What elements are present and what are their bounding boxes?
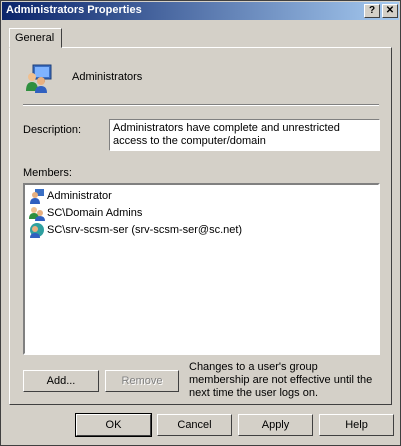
help-title-button[interactable]: ? (364, 4, 380, 18)
properties-dialog: Administrators Properties ? ✕ General Ad… (0, 0, 401, 446)
list-item[interactable]: SC\srv-scsm-ser (srv-scsm-ser@sc.net) (25, 222, 378, 239)
members-list[interactable]: Administrator SC\Domain Admins SC\srv-sc… (23, 183, 380, 355)
list-item[interactable]: Administrator (25, 188, 378, 205)
close-button[interactable]: ✕ (382, 4, 398, 18)
description-label: Description: (23, 124, 82, 136)
member-name: SC\srv-scsm-ser (srv-scsm-ser@sc.net) (47, 224, 243, 236)
user-icon (30, 223, 44, 238)
description-field[interactable]: Administrators have complete and unrestr… (109, 119, 380, 151)
help-button[interactable]: Help (319, 414, 394, 436)
title-bar[interactable]: Administrators Properties ? ✕ (2, 2, 399, 20)
member-name: Administrator (47, 190, 112, 202)
remove-button[interactable]: Remove (105, 370, 179, 392)
separator (23, 104, 379, 106)
tab-general[interactable]: General (9, 28, 62, 48)
membership-note: Changes to a user's group membership are… (189, 361, 373, 399)
add-button[interactable]: Add... (23, 370, 99, 392)
member-name: SC\Domain Admins (47, 207, 143, 219)
window-title: Administrators Properties (6, 4, 142, 16)
group-icon (23, 61, 55, 93)
apply-button[interactable]: Apply (238, 414, 313, 436)
members-label: Members: (23, 167, 72, 179)
ok-button[interactable]: OK (75, 413, 152, 437)
group-icon (29, 207, 45, 221)
group-name: Administrators (72, 71, 143, 83)
user-icon (30, 189, 44, 204)
list-item[interactable]: SC\Domain Admins (25, 205, 378, 222)
cancel-button[interactable]: Cancel (157, 414, 232, 436)
